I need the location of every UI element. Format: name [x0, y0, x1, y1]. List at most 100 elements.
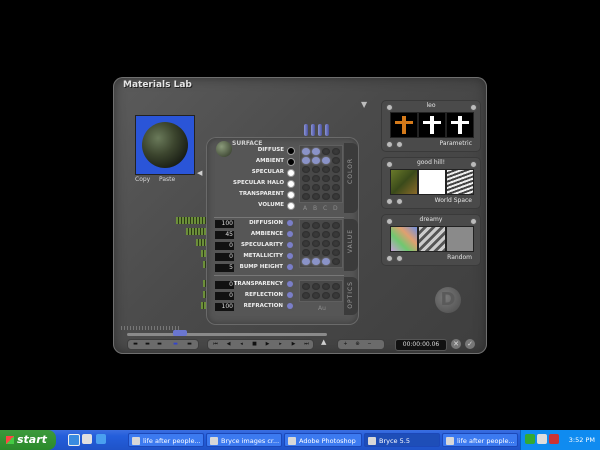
- channel-cell[interactable]: [322, 283, 330, 290]
- channel-cell[interactable]: [332, 157, 340, 164]
- channel-cell[interactable]: [322, 292, 330, 299]
- channel-cell[interactable]: [302, 166, 310, 173]
- channel-cell[interactable]: [322, 231, 330, 238]
- channel-cell[interactable]: [322, 222, 330, 229]
- channel-cell[interactable]: [332, 184, 340, 191]
- channel-cell[interactable]: [312, 258, 320, 265]
- channel-cell[interactable]: [332, 148, 340, 155]
- channel-cell[interactable]: [312, 222, 320, 229]
- transparent-swatch[interactable]: [287, 191, 295, 199]
- knob-icon[interactable]: [470, 161, 477, 168]
- channel-cell[interactable]: [302, 283, 310, 290]
- optics-tab[interactable]: OPTICS: [344, 277, 358, 315]
- channel-cell[interactable]: [332, 166, 340, 173]
- minus-button[interactable]: ▬: [144, 341, 151, 348]
- first-frame-icon[interactable]: ⏮: [212, 341, 219, 348]
- knob-icon[interactable]: [386, 104, 393, 111]
- specular-swatch[interactable]: [287, 169, 295, 177]
- channel-cell[interactable]: [322, 193, 330, 200]
- channel-cell[interactable]: [302, 175, 310, 182]
- knob-icon[interactable]: [396, 255, 403, 262]
- media-icon[interactable]: [96, 434, 106, 444]
- key-end-button[interactable]: ▬: [186, 341, 193, 348]
- channel-cell[interactable]: [332, 249, 340, 256]
- knob-icon[interactable]: [386, 255, 393, 262]
- channel-cell[interactable]: [302, 193, 310, 200]
- knob-icon[interactable]: [396, 198, 403, 205]
- channel-cell[interactable]: [312, 193, 320, 200]
- last-frame-icon[interactable]: ⏭: [303, 341, 310, 348]
- material-preview[interactable]: [135, 115, 195, 175]
- remove-key-icon[interactable]: −: [366, 341, 373, 348]
- step-icon[interactable]: ▶: [290, 341, 297, 348]
- knob-icon[interactable]: [386, 198, 393, 205]
- library-slot-leo[interactable]: leo Parametric: [381, 100, 481, 152]
- knob-icon[interactable]: [386, 141, 393, 148]
- channel-cell[interactable]: [312, 175, 320, 182]
- color-tab[interactable]: COLOR: [344, 143, 358, 213]
- ambient-swatch[interactable]: [287, 158, 295, 166]
- channel-cell[interactable]: [322, 184, 330, 191]
- play-icon[interactable]: ▶: [264, 341, 271, 348]
- knob-icon[interactable]: [386, 161, 393, 168]
- options-arrow-icon[interactable]: ▲: [321, 338, 326, 346]
- channel-cell[interactable]: [332, 193, 340, 200]
- value-channel-grid[interactable]: [299, 219, 343, 268]
- timeline-scrubber[interactable]: [173, 330, 187, 336]
- key-button[interactable]: ▬: [156, 341, 163, 348]
- channel-cell[interactable]: [332, 175, 340, 182]
- taskbar-item[interactable]: Bryce 5.5: [364, 433, 440, 447]
- channel-cell[interactable]: [302, 148, 310, 155]
- channel-cell[interactable]: [302, 240, 310, 247]
- stop-icon[interactable]: ■: [251, 341, 258, 348]
- channel-cell[interactable]: [322, 148, 330, 155]
- diffusion-link-icon[interactable]: [287, 220, 293, 226]
- specularity-link-icon[interactable]: [287, 242, 293, 248]
- reflection-link-icon[interactable]: [287, 292, 293, 298]
- channel-cell[interactable]: [312, 166, 320, 173]
- optics-channel-grid[interactable]: [299, 280, 343, 302]
- texture-thumb-b[interactable]: [418, 112, 446, 138]
- channel-cell[interactable]: [302, 292, 310, 299]
- texture-thumb-a[interactable]: [390, 226, 418, 252]
- play-back-icon[interactable]: ◂: [238, 341, 245, 348]
- transparency-link-icon[interactable]: [287, 281, 293, 287]
- color-channel-grid[interactable]: [299, 145, 343, 203]
- ambience-link-icon[interactable]: [287, 231, 293, 237]
- taskbar-item[interactable]: life after people...: [128, 433, 204, 447]
- start-button[interactable]: start: [0, 430, 56, 450]
- tray-icon[interactable]: [549, 434, 559, 444]
- resize-grip[interactable]: [121, 326, 181, 330]
- copy-button[interactable]: Copy: [135, 176, 150, 183]
- channel-cell[interactable]: [312, 283, 320, 290]
- channel-cell[interactable]: [312, 292, 320, 299]
- tray-icon[interactable]: [525, 434, 535, 444]
- bump-height-link-icon[interactable]: [287, 264, 293, 270]
- knob-icon[interactable]: [470, 104, 477, 111]
- channel-cell[interactable]: [322, 166, 330, 173]
- library-slot-good-hill[interactable]: good hill! World Space: [381, 157, 481, 209]
- knob-icon[interactable]: [470, 218, 477, 225]
- texture-thumb-c[interactable]: [446, 169, 474, 195]
- confirm-icon[interactable]: ✓: [465, 339, 475, 349]
- rewind-button[interactable]: ▬: [132, 341, 139, 348]
- channel-cell[interactable]: [312, 240, 320, 247]
- channel-cell[interactable]: [332, 222, 340, 229]
- channel-cell[interactable]: [302, 184, 310, 191]
- channel-cell[interactable]: [332, 283, 340, 290]
- taskbar-item[interactable]: Adobe Photoshop: [284, 433, 362, 447]
- record-button[interactable]: ▬: [172, 341, 179, 348]
- prev-frame-icon[interactable]: ◀: [225, 341, 232, 348]
- channel-cell[interactable]: [322, 249, 330, 256]
- desktop-icon[interactable]: [82, 434, 92, 444]
- texture-thumb-a[interactable]: [390, 169, 418, 195]
- add-key-icon[interactable]: +: [342, 341, 349, 348]
- next-frame-icon[interactable]: ▸: [277, 341, 284, 348]
- value-tab[interactable]: VALUE: [344, 219, 358, 271]
- texture-thumb-b[interactable]: [418, 169, 446, 195]
- cancel-icon[interactable]: ✕: [451, 339, 461, 349]
- channel-cell[interactable]: [332, 258, 340, 265]
- knob-icon[interactable]: [386, 218, 393, 225]
- key-icon[interactable]: ⊕: [354, 341, 361, 348]
- channel-cell[interactable]: [332, 240, 340, 247]
